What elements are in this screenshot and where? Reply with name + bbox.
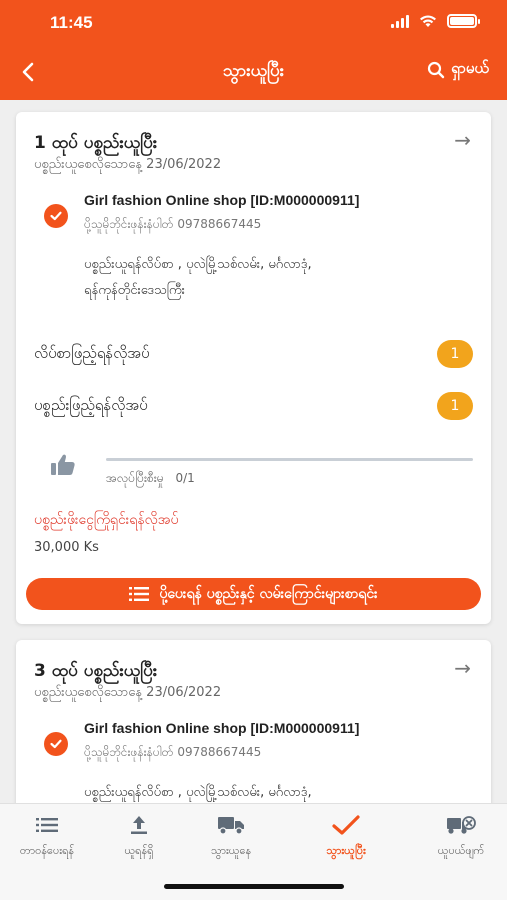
check-circle-icon [44, 732, 68, 756]
date-value: 23/06/2022 [146, 685, 222, 700]
address-fill-badge: 1 [437, 340, 473, 368]
address-line: ပစ္စည်းယူရန်လိပ်စာ , ပုလဲမြို့သစ်လမ်း, မ… [84, 257, 312, 272]
phone-label: ပို့သူမိုဘိုင်းဖုန်းနံပါတ် [84, 217, 174, 231]
battery-icon [447, 14, 480, 28]
order-title: 3 ထုပ် ပစ္စည်းယူပြီး [34, 661, 158, 681]
list-icon [129, 587, 150, 601]
order-date: ပစ္စည်းယူစေလိုသောနေ့ 23/06/2022 [34, 684, 221, 703]
tab-label: တာဝန်ပေးရန် [19, 844, 75, 857]
list-icon [0, 812, 97, 838]
shop-name: Girl fashion Online shop [ID:M000000911] [84, 192, 360, 208]
item-fill-label: ပစ္စည်းဖြည့်ရန်လိုအပ် [34, 396, 148, 414]
shop-name: Girl fashion Online shop [ID:M000000911] [84, 720, 360, 736]
status-icons [391, 14, 480, 28]
address-fill-row[interactable]: လိပ်စာဖြည့်ရန်လိုအပ် 1 [34, 340, 473, 368]
tab-assign[interactable]: တာဝန်ပေးရန် [0, 812, 97, 860]
tab-label: သွားယူပြီး [326, 844, 366, 857]
upload-icon [89, 812, 189, 838]
tab-label: ယူရန်ရှိ [124, 844, 154, 857]
order-card[interactable]: 1 ထုပ် ပစ္စည်းယူပြီး → ပစ္စည်းယူစေလိုသော… [16, 112, 491, 624]
navbar: သွားယူပြီး ရှာမယ် [0, 50, 507, 94]
order-date: ပစ္စည်းယူစေလိုသောနေ့ 23/06/2022 [34, 156, 221, 175]
phone-value: 09788667445 [177, 217, 262, 231]
shop-phone: ပို့သူမိုဘိုင်းဖုန်းနံပါတ် 09788667445 [84, 216, 261, 234]
date-label: ပစ္စည်းယူစေလိုသောနေ့ [34, 685, 143, 700]
check-circle-icon [44, 204, 68, 228]
order-title: 1 ထုပ် ပစ္စည်းယူပြီး [34, 133, 158, 153]
date-label: ပစ္စည်းယူစေလိုသောနေ့ [34, 157, 143, 172]
status-bar: 11:45 [0, 0, 507, 48]
item-fill-badge: 1 [437, 392, 473, 420]
tab-to-pickup[interactable]: ယူရန်ရှိ [89, 812, 189, 860]
progress-bar [106, 458, 473, 461]
tab-picking-up[interactable]: သွားယူနေ [181, 812, 281, 860]
search-label: ရှာမယ် [451, 59, 489, 77]
wifi-icon [420, 15, 436, 27]
shop-phone: ပို့သူမိုဘိုင်းဖုန်းနံပါတ် 09788667445 [84, 744, 261, 762]
app-header: 11:45 သွားယူပြီး ရှာမယ် [0, 0, 507, 100]
signal-icon [391, 14, 409, 28]
arrow-right-icon[interactable]: → [454, 656, 471, 680]
progress-label: အလုပ်ပြီးစီးမှု [106, 471, 164, 485]
progress-count: 0/1 [175, 471, 195, 485]
prepayment-warning: ပစ္စည်းဖိုးငွေကြိုရှင်းရန်လိုအပ် [34, 512, 179, 528]
search-button[interactable]: ရှာမယ် [427, 59, 489, 81]
tab-picked-up[interactable]: သွားယူပြီး [296, 812, 396, 860]
item-fill-row[interactable]: ပစ္စည်းဖြည့်ရန်လိုအပ် 1 [34, 392, 473, 420]
thumbs-up-icon[interactable] [48, 450, 78, 480]
truck-icon [181, 812, 281, 838]
status-time: 11:45 [50, 13, 93, 32]
tab-label: ယူပယ်ဖျက် [437, 844, 485, 857]
home-indicator [164, 884, 344, 889]
phone-value: 09788667445 [177, 745, 262, 759]
arrow-right-icon[interactable]: → [454, 128, 471, 152]
delivery-list-label: ပို့ပေးရန် ပစ္စည်းနှင့် လမ်းကြောင်းများစ… [159, 585, 378, 602]
pickup-address: ပစ္စည်းယူရန်လိပ်စာ , ပုလဲမြို့သစ်လမ်း, မ… [84, 252, 464, 304]
phone-label: ပို့သူမိုဘိုင်းဖုန်းနံပါတ် [84, 745, 174, 759]
search-icon [427, 61, 445, 79]
progress-text: အလုပ်ပြီးစီးမှု 0/1 [106, 470, 195, 488]
address-fill-label: လိပ်စာဖြည့်ရန်လိုအပ် [34, 344, 150, 362]
delivery-list-button[interactable]: ပို့ပေးရန် ပစ္စည်းနှင့် လမ်းကြောင်းများစ… [26, 578, 481, 610]
check-icon [296, 812, 396, 838]
item-amount: 30,000 Ks [34, 540, 99, 555]
tab-label: သွားယူနေ [210, 844, 252, 857]
truck-cancel-icon [411, 812, 507, 838]
date-value: 23/06/2022 [146, 157, 222, 172]
address-line: ရန်ကုန်တိုင်းဒေသကြီး [84, 283, 185, 298]
tab-cancelled[interactable]: ယူပယ်ဖျက် [411, 812, 507, 860]
